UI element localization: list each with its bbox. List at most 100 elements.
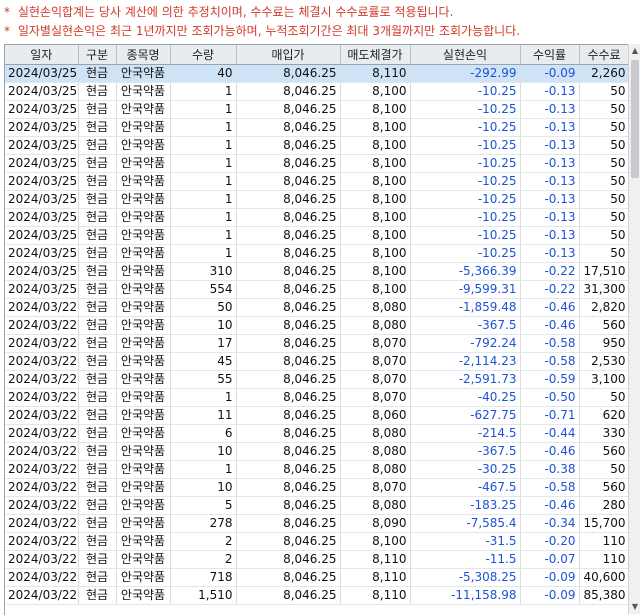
col-header-realized-pnl[interactable]: 실현손익 — [410, 45, 521, 65]
table-row[interactable]: 2024/03/22 현금 안국약품 55 8,046.25 8,070 -2,591.73… — [5, 370, 629, 389]
cell-quantity: 1 — [170, 244, 237, 263]
cell-quantity: 10 — [170, 442, 237, 461]
table-row[interactable]: 2024/03/22 현금 안국약품 6 8,046.25 8,080 -214.5 -0.4… — [5, 424, 629, 443]
col-header-sell-price[interactable]: 매도체결가 — [340, 45, 411, 65]
cell-type: 현금 — [78, 64, 117, 83]
table-row[interactable]: 2024/03/22 현금 안국약품 2 8,046.25 8,110 -11.5 -0.07… — [5, 550, 629, 569]
table-row[interactable]: 2024/03/25 현금 안국약품 40 8,046.25 8,110 -292.99 -0… — [5, 64, 629, 83]
notice-period-limit: * 일자별실현손익은 최근 1년까지만 조회가능하며, 누적조회기간은 최대 3… — [4, 21, 520, 41]
cell-type: 현금 — [78, 496, 117, 515]
table-row[interactable]: 2024/03/25 현금 안국약품 1 8,046.25 8,100 -10.25 -0.1… — [5, 82, 629, 101]
cell-quantity: 2 — [170, 532, 237, 551]
cell-purchase-price: 8,046.25 — [236, 406, 341, 425]
table-row[interactable]: 2024/03/25 현금 안국약품 1 8,046.25 8,100 -10.25 -0.1… — [5, 226, 629, 245]
table-row[interactable]: 2024/03/22 현금 안국약품 17 8,046.25 8,070 -792.24 -0… — [5, 334, 629, 353]
cell-date: 2024/03/22 — [5, 424, 79, 443]
cell-quantity: 1 — [170, 226, 237, 245]
table-row[interactable]: 2024/03/25 현금 안국약품 1 8,046.25 8,100 -10.25 -0.1… — [5, 136, 629, 155]
cell-quantity: 718 — [170, 568, 237, 587]
cell-stock-name: 안국약품 — [116, 352, 171, 371]
cell-stock-name: 안국약품 — [116, 280, 171, 299]
vertical-scrollbar[interactable]: ▲ ▼ — [628, 44, 640, 614]
cell-return-rate: -0.58 — [520, 478, 580, 497]
scroll-up-arrow-icon[interactable]: ▲ — [629, 44, 640, 58]
cell-quantity: 1 — [170, 82, 237, 101]
table-row[interactable]: 2024/03/22 현금 안국약품 278 8,046.25 8,090 -7,585.4… — [5, 514, 629, 533]
cell-return-rate: -0.09 — [520, 64, 580, 83]
cell-type: 현금 — [78, 568, 117, 587]
cell-sell-price: 8,100 — [340, 226, 411, 245]
cell-quantity: 1,510 — [170, 586, 237, 605]
cell-realized-pnl: -10.25 — [410, 172, 521, 191]
cell-stock-name: 안국약품 — [116, 442, 171, 461]
table-row[interactable]: 2024/03/22 현금 안국약품 718 8,046.25 8,110 -5,308.2… — [5, 568, 629, 587]
cell-return-rate: -0.59 — [520, 370, 580, 389]
table-row[interactable]: 2024/03/22 현금 안국약품 2 8,046.25 8,100 -31.5 -0.20… — [5, 532, 629, 551]
cell-realized-pnl: -9,599.31 — [410, 280, 521, 299]
table-row[interactable]: 2024/03/25 현금 안국약품 1 8,046.25 8,100 -10.25 -0.1… — [5, 244, 629, 263]
col-header-quantity[interactable]: 수량 — [170, 45, 237, 65]
realized-pnl-grid[interactable]: 일자 구분 종목명 수량 매입가 매도체결가 실현손익 수익률 수수료 2024… — [4, 44, 629, 615]
cell-type: 현금 — [78, 208, 117, 227]
cell-type: 현금 — [78, 334, 117, 353]
cell-quantity: 11 — [170, 406, 237, 425]
table-row[interactable]: 2024/03/22 현금 안국약품 10 8,046.25 8,080 -367.5 -0.… — [5, 316, 629, 335]
cell-purchase-price: 8,046.25 — [236, 442, 341, 461]
cell-stock-name: 안국약품 — [116, 100, 171, 119]
cell-type: 현금 — [78, 586, 117, 605]
notice-text: 일자별실현손익은 최근 1년까지만 조회가능하며, 누적조회기간은 최대 3개월… — [17, 24, 521, 38]
table-row[interactable]: 2024/03/22 현금 안국약품 1 8,046.25 8,070 -40.25 -0.5… — [5, 388, 629, 407]
col-header-type[interactable]: 구분 — [78, 45, 117, 65]
cell-realized-pnl: -10.25 — [410, 100, 521, 119]
cell-stock-name: 안국약품 — [116, 82, 171, 101]
cell-purchase-price: 8,046.25 — [236, 82, 341, 101]
cell-return-rate: -0.58 — [520, 334, 580, 353]
table-row[interactable]: 2024/03/25 현금 안국약품 554 8,046.25 8,100 -9,599.3… — [5, 280, 629, 299]
cell-date: 2024/03/22 — [5, 388, 79, 407]
col-header-stock-name[interactable]: 종목명 — [116, 45, 171, 65]
table-row[interactable]: 2024/03/25 현금 안국약품 1 8,046.25 8,100 -10.25 -0.1… — [5, 154, 629, 173]
col-header-fee[interactable]: 수수료 — [579, 45, 629, 65]
cell-sell-price: 8,070 — [340, 370, 411, 389]
cell-purchase-price: 8,046.25 — [236, 244, 341, 263]
cell-quantity: 40 — [170, 64, 237, 83]
cell-fee: 17,510 — [579, 262, 629, 281]
cell-type: 현금 — [78, 442, 117, 461]
cell-realized-pnl: -7,585.4 — [410, 514, 521, 533]
notice-marker: * — [4, 5, 10, 19]
cell-purchase-price: 8,046.25 — [236, 316, 341, 335]
table-row[interactable]: 2024/03/22 현금 안국약품 11 8,046.25 8,060 -627.75 -0… — [5, 406, 629, 425]
cell-type: 현금 — [78, 550, 117, 569]
table-row[interactable]: 2024/03/22 현금 안국약품 5 8,046.25 8,080 -183.25 -0.… — [5, 496, 629, 515]
table-row[interactable]: 2024/03/22 현금 안국약품 1,510 8,046.25 8,110 -11,15… — [5, 586, 629, 605]
table-row[interactable]: 2024/03/22 현금 안국약품 1 8,046.25 8,080 -30.25 -0.3… — [5, 460, 629, 479]
cell-stock-name: 안국약품 — [116, 406, 171, 425]
cell-realized-pnl: -627.75 — [410, 406, 521, 425]
cell-return-rate: -0.13 — [520, 100, 580, 119]
table-row[interactable]: 2024/03/25 현금 안국약품 1 8,046.25 8,100 -10.25 -0.1… — [5, 190, 629, 209]
table-row[interactable]: 2024/03/25 현금 안국약품 1 8,046.25 8,100 -10.25 -0.1… — [5, 172, 629, 191]
col-header-date[interactable]: 일자 — [5, 45, 79, 65]
table-row[interactable]: 2024/03/22 현금 안국약품 45 8,046.25 8,070 -2,114.23… — [5, 352, 629, 371]
scrollbar-thumb[interactable] — [631, 60, 639, 178]
cell-return-rate: -0.13 — [520, 244, 580, 263]
table-row[interactable]: 2024/03/25 현금 안국약품 1 8,046.25 8,100 -10.25 -0.1… — [5, 118, 629, 137]
cell-purchase-price: 8,046.25 — [236, 208, 341, 227]
cell-sell-price: 8,100 — [340, 532, 411, 551]
table-row[interactable]: 2024/03/22 현금 안국약품 10 8,046.25 8,070 -467.5 -0.… — [5, 478, 629, 497]
cell-return-rate: -0.13 — [520, 190, 580, 209]
cell-purchase-price: 8,046.25 — [236, 172, 341, 191]
cell-stock-name: 안국약품 — [116, 154, 171, 173]
cell-fee: 330 — [579, 424, 629, 443]
cell-return-rate: -0.09 — [520, 586, 580, 605]
scroll-down-arrow-icon[interactable]: ▼ — [629, 600, 640, 614]
col-header-return-rate[interactable]: 수익률 — [520, 45, 580, 65]
table-row[interactable]: 2024/03/22 현금 안국약품 10 8,046.25 8,080 -367.5 -0.… — [5, 442, 629, 461]
cell-fee: 50 — [579, 208, 629, 227]
col-header-purchase-price[interactable]: 매입가 — [236, 45, 341, 65]
table-row[interactable]: 2024/03/25 현금 안국약품 1 8,046.25 8,100 -10.25 -0.1… — [5, 100, 629, 119]
table-row[interactable]: 2024/03/22 현금 안국약품 50 8,046.25 8,080 -1,859.48… — [5, 298, 629, 317]
table-row[interactable]: 2024/03/25 현금 안국약품 1 8,046.25 8,100 -10.25 -0.1… — [5, 208, 629, 227]
cell-quantity: 1 — [170, 460, 237, 479]
table-row[interactable]: 2024/03/25 현금 안국약품 310 8,046.25 8,100 -5,366.3… — [5, 262, 629, 281]
